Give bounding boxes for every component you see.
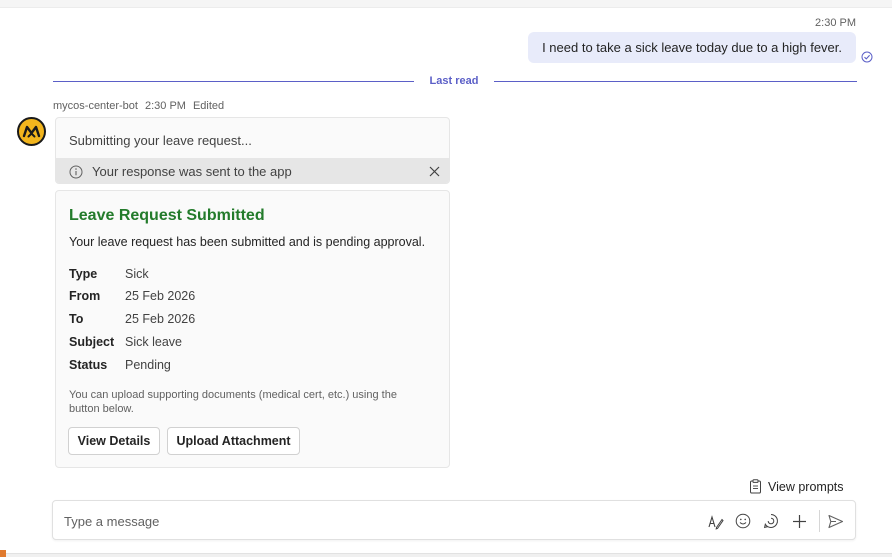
emoji-icon[interactable] (733, 511, 753, 531)
check-circle-icon (861, 51, 873, 63)
fact-value: 25 Feb 2026 (125, 312, 196, 326)
message-input[interactable] (64, 511, 684, 531)
fact-value: Pending (125, 358, 171, 372)
last-read-line-right (494, 81, 857, 82)
window-bottom-edge (0, 553, 892, 557)
view-prompts-button[interactable]: View prompts (749, 479, 844, 494)
submitting-card: Submitting your leave request... Your re… (55, 117, 450, 184)
loop-icon[interactable] (761, 511, 781, 531)
info-icon (69, 165, 83, 178)
composer-separator (819, 510, 820, 532)
clipboard-icon (750, 479, 761, 494)
close-icon[interactable] (428, 165, 441, 178)
bot-avatar[interactable] (17, 117, 46, 146)
format-pen-icon[interactable] (705, 511, 725, 531)
plus-icon[interactable] (789, 511, 809, 531)
fact-row-status: Status Pending (69, 358, 171, 372)
message-composer (52, 500, 856, 540)
fact-row-type: Type Sick (69, 267, 149, 281)
leave-request-card: Leave Request Submitted Your leave reque… (55, 190, 450, 468)
last-read-label: Last read (429, 75, 479, 87)
corner-accent (0, 550, 6, 557)
view-prompts-label: View prompts (768, 479, 844, 494)
upload-note: You can upload supporting documents (med… (69, 389, 397, 415)
fact-row-subject: Subject Sick leave (69, 335, 182, 349)
fact-row-from: From 25 Feb 2026 (69, 289, 195, 303)
upload-attachment-button[interactable]: Upload Attachment (167, 427, 300, 455)
fact-label: Subject (69, 335, 115, 349)
window-top-edge (0, 0, 892, 8)
sent-message-bubble[interactable]: I need to take a sick leave today due to… (528, 32, 856, 63)
response-notice-bar: Your response was sent to the app (56, 158, 449, 183)
bot-name[interactable]: mycos-center-bot (53, 100, 138, 112)
fact-label: From (69, 289, 101, 303)
bot-logo-icon (19, 119, 44, 144)
send-icon[interactable] (825, 511, 845, 531)
card-description: Your leave request has been submitted an… (69, 235, 426, 249)
fact-value: Sick (125, 267, 149, 281)
bot-message-time: 2:30 PM (144, 100, 186, 112)
sent-message-time: 2:30 PM (815, 17, 856, 29)
fact-value: Sick leave (125, 335, 182, 349)
card-title: Leave Request Submitted (69, 207, 265, 224)
submitting-text: Submitting your leave request... (69, 133, 252, 148)
fact-value: 25 Feb 2026 (125, 289, 196, 303)
sent-message-text: I need to take a sick leave today due to… (542, 40, 842, 55)
view-details-button[interactable]: View Details (68, 427, 160, 455)
response-notice-text: Your response was sent to the app (92, 164, 292, 179)
last-read-line-left (53, 81, 414, 82)
fact-label: To (69, 312, 84, 326)
fact-row-to: To 25 Feb 2026 (69, 312, 195, 326)
fact-label: Status (69, 358, 108, 372)
bot-message-header: mycos-center-bot 2:30 PM Edited (53, 100, 224, 112)
fact-label: Type (69, 267, 98, 281)
edited-label: Edited (192, 100, 225, 112)
